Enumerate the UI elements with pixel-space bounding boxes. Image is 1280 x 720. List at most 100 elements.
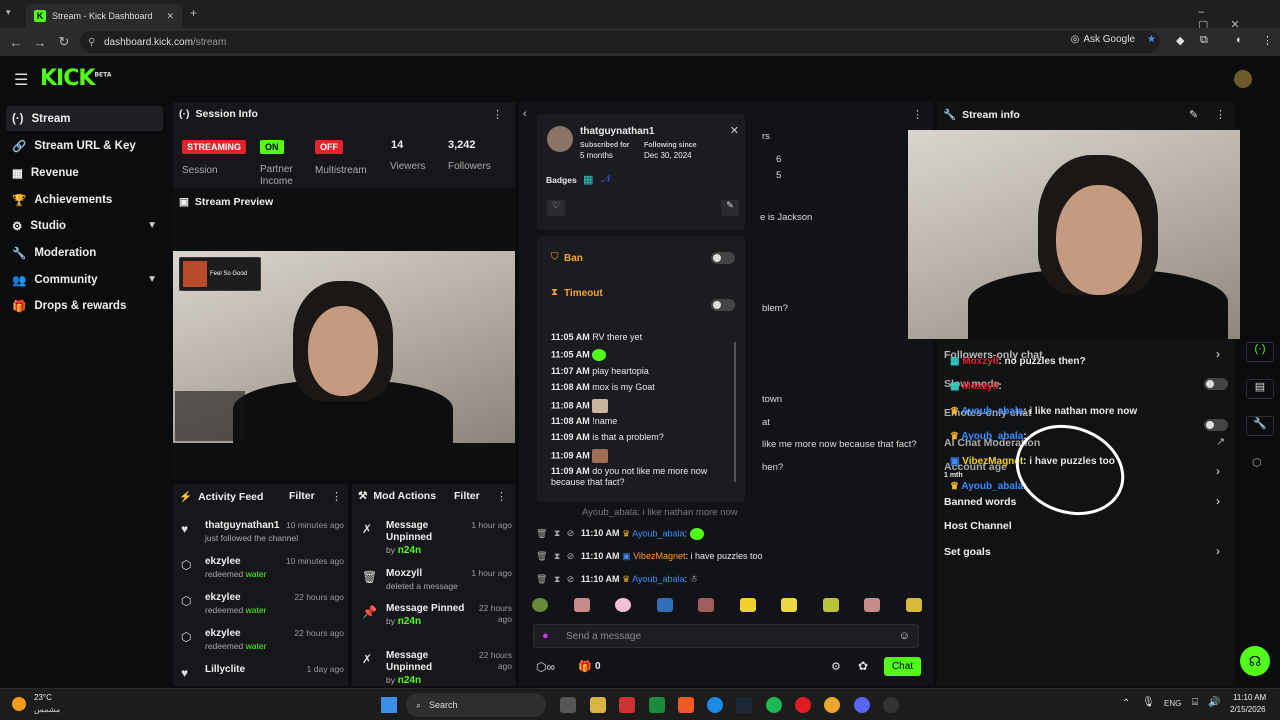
bookmark-star-icon[interactable]: ★ [1147,34,1156,45]
external-link-icon[interactable]: ↗ [1216,435,1225,448]
mod-tool-icon[interactable]: 🔧 [1246,416,1274,436]
emotes-only-toggle[interactable] [1204,419,1228,431]
chat-input[interactable]: ● Send a message ☺ [533,624,919,648]
sidebar-item-stream[interactable]: (·) Stream [6,106,163,131]
activity-user[interactable]: ekzylee [205,556,241,567]
emote-icon[interactable] [905,598,922,612]
sidebar-item-studio[interactable]: ⚙ Studio ▼ [6,213,163,238]
kebab-menu-icon[interactable]: ⋮ [492,108,503,121]
ban-toggle[interactable] [711,252,735,264]
activity-filter-button[interactable]: Filter [289,490,315,502]
edge-icon[interactable] [707,697,723,713]
tab-close-icon[interactable]: ✕ [166,11,174,22]
chevron-right-icon[interactable]: › [1216,494,1220,508]
volume-icon[interactable]: 🔊 [1208,697,1220,708]
chat-message[interactable]: 🗑 ⧗ ⊘ 11:10 AM ♛ Ayoub_abala: ☃ [536,574,926,590]
setting-host-channel[interactable]: Host Channel [944,520,1012,532]
multistream-off-badge[interactable]: OFF [315,140,343,154]
language-indicator[interactable]: ENG [1164,699,1181,708]
activity-user[interactable]: ekzylee [205,592,241,603]
sidebar-item-achievements[interactable]: 🏆 Achievements [6,187,163,212]
discord-icon[interactable] [854,697,870,713]
emote-icon[interactable] [532,598,548,612]
windows-start-icon[interactable] [381,697,397,713]
emoji-picker-icon[interactable]: ☺ [899,630,910,642]
collapse-icon[interactable]: ‹ [523,108,527,120]
edit-pencil-icon[interactable]: ✎ [1189,108,1198,121]
xbox-icon[interactable] [649,697,665,713]
kebab-menu-icon[interactable]: ⋮ [912,108,923,121]
steam-icon[interactable] [736,697,752,713]
emote-icon[interactable] [573,598,590,612]
activity-user[interactable]: thatguynathan1 [205,520,279,531]
sidebar-item-stream-url-key[interactable]: 🔗 Stream URL & Key [6,133,163,158]
user-card-username[interactable]: thatguynathan1 [580,126,654,137]
emote-icon[interactable] [822,598,839,612]
chat-username[interactable]: Ayoub_abala [632,528,684,538]
emote-icon[interactable] [656,598,673,612]
broadcast-tool-icon[interactable]: (·) [1246,342,1274,362]
tray-chevron-icon[interactable]: ⌃ [1122,698,1130,709]
network-icon[interactable]: ⌸ [1192,697,1198,708]
emote-icon[interactable] [615,598,632,612]
site-info-icon[interactable]: ⚲ [88,37,95,48]
mic-icon[interactable]: 🎙 [1142,697,1155,708]
ask-google-button[interactable]: ◎ Ask Google ★ [1071,34,1156,45]
kebab-menu-icon[interactable]: ⋮ [331,490,342,503]
layout-tool-icon[interactable]: ▤ [1246,379,1274,399]
partner-income-on-badge[interactable]: ON [260,140,284,154]
file-explorer-icon[interactable] [590,697,606,713]
emote-icon[interactable] [864,598,881,612]
clock-time[interactable]: 11:10 AM [1233,693,1266,702]
weather-sun-icon[interactable] [12,697,26,711]
sidebar-item-drops-rewards[interactable]: 🎁 Drops & rewards [6,293,163,318]
mention-icon[interactable]: ✎ [721,200,739,216]
emote-icon[interactable] [698,598,715,612]
chrome-icon[interactable] [824,697,840,713]
back-icon[interactable]: ← [4,35,28,50]
ban-icon[interactable]: ⊘ [567,574,575,584]
help-support-icon[interactable]: ☊ [1240,646,1270,676]
activity-user[interactable]: ekzylee [205,628,241,639]
browser-menu-icon[interactable]: ⋮ [1262,34,1273,47]
chat-message[interactable]: 🗑 ⧗ ⊘ 11:10 AM ♛ Ayoub_abala: [536,528,926,544]
emote-icon[interactable] [781,598,798,612]
chat-tools-icon[interactable]: ✿ [858,659,868,673]
delete-message-icon[interactable]: 🗑 [536,528,547,538]
follow-heart-icon[interactable]: ♡ [547,200,565,216]
chevron-right-icon[interactable]: › [1216,464,1220,478]
url-field[interactable]: ⚲ dashboard.kick.com/stream ◎ Ask Google… [80,31,1160,53]
slow-mode-toggle[interactable] [1204,378,1228,390]
kebab-menu-icon[interactable]: ⋮ [496,490,507,503]
profile-icon[interactable]: ◐ [1236,34,1243,46]
taskbar-search[interactable]: ⌕ Search [406,693,546,717]
obs-icon[interactable] [883,697,899,713]
close-icon[interactable]: ✕ [730,124,739,137]
timeout-icon[interactable]: ⧗ [554,574,560,584]
new-tab-icon[interactable]: + [190,6,197,20]
hamburger-menu-icon[interactable]: ☰ [14,70,28,90]
snip-icon[interactable] [619,697,635,713]
spotify-icon[interactable] [766,697,782,713]
chevron-right-icon[interactable]: › [1216,347,1220,361]
extensions-puzzle-icon[interactable]: ⧉ [1200,34,1208,47]
mod-action-title[interactable]: Moxzyll [386,568,422,579]
mod-name[interactable]: n24n [398,616,421,627]
mod-name[interactable]: n24n [398,675,421,686]
chevron-right-icon[interactable]: › [1216,544,1220,558]
kick-logo[interactable]: KICKBETA [40,66,111,91]
message-history[interactable]: 11:05 AM RV there yet 11:05 AM 11:07 AM … [542,316,738,494]
clock-date[interactable]: 2/15/2026 [1230,705,1266,714]
kebab-menu-icon[interactable]: ⋮ [1215,108,1226,121]
history-scrollbar[interactable] [734,342,736,482]
tab-list-icon[interactable]: ▾ [6,7,11,18]
opera-icon[interactable] [795,697,811,713]
timeout-icon[interactable]: ⧗ [554,528,560,538]
settings-gear-icon[interactable]: ⚙ [831,660,841,673]
gift-icon[interactable]: 🎁 [578,660,592,673]
activity-tool-icon[interactable]: ⬡ [1252,456,1262,469]
browser-tab[interactable]: K Stream - Kick Dashboard ✕ [26,4,182,28]
brave-icon[interactable] [678,697,694,713]
timeout-toggle[interactable] [711,299,735,311]
chat-identity-icon[interactable]: ● [542,630,549,642]
